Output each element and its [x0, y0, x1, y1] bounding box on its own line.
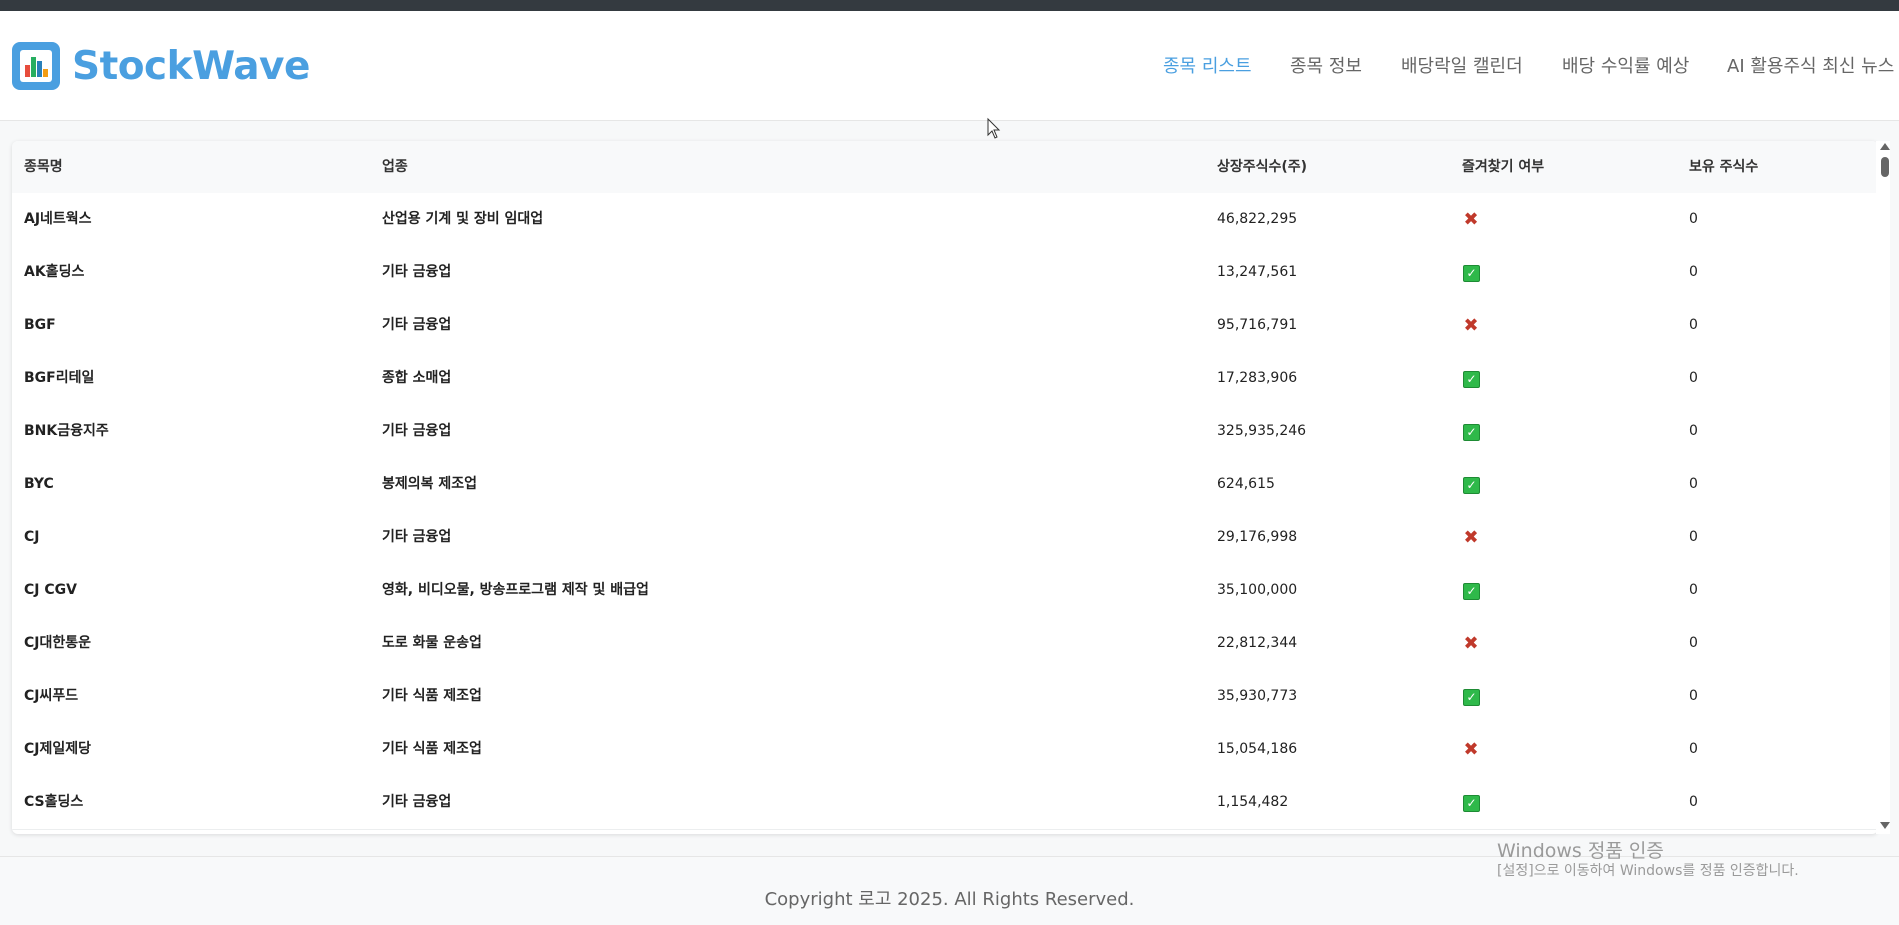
- sector-cell: 봉제의복 제조업: [382, 476, 478, 492]
- nav-dividend-calendar[interactable]: 배당락일 캘린더: [1401, 55, 1523, 79]
- listed-shares-cell: 325,935,246: [1217, 423, 1307, 439]
- stock-name-cell: CS홀딩스: [24, 794, 84, 810]
- windows-activation-title: Windows 정품 인증: [1497, 840, 1664, 862]
- stock-name-cell: BNK금융지주: [24, 423, 109, 439]
- listed-shares-cell: 35,100,000: [1217, 582, 1298, 598]
- stock-name-cell: BGF: [24, 317, 56, 333]
- listed-shares-cell: 17,283,906: [1217, 370, 1298, 386]
- stock-name-cell: BGF리테일: [24, 370, 95, 386]
- favorite-check-icon[interactable]: ✓: [1463, 689, 1480, 706]
- table-row[interactable]: CS홀딩스 기타 금융업 1,154,482 ✓ 0: [12, 776, 1878, 830]
- copyright-text: Copyright 로고 2025. All Rights Reserved.: [764, 889, 1135, 910]
- sector-cell: 산업용 기계 및 장비 임대업: [382, 211, 544, 227]
- holding-cell: 0: [1689, 741, 1698, 757]
- stock-name-cell: CJ: [24, 529, 40, 545]
- listed-shares-cell: 1,154,482: [1217, 794, 1289, 810]
- sector-cell: 도로 화물 운송업: [382, 635, 482, 651]
- stock-name-cell: AK홀딩스: [24, 264, 85, 280]
- header-stock-name[interactable]: 종목명: [24, 141, 63, 193]
- table-row[interactable]: CJ 기타 금융업 29,176,998 ✖ 0: [12, 511, 1878, 565]
- holding-cell: 0: [1689, 476, 1698, 492]
- header-favorite[interactable]: 즐겨찾기 여부: [1462, 141, 1544, 193]
- table-row[interactable]: CJ대한통운 도로 화물 운송업 22,812,344 ✖ 0: [12, 617, 1878, 671]
- favorite-check-icon[interactable]: ✓: [1463, 477, 1480, 494]
- holding-cell: 0: [1689, 635, 1698, 651]
- brand-name[interactable]: StockWave: [72, 42, 310, 92]
- favorite-check-icon[interactable]: ✓: [1463, 265, 1480, 282]
- table-row[interactable]: AJ네트웍스 산업용 기계 및 장비 임대업 46,822,295 ✖ 0: [12, 193, 1878, 247]
- sector-cell: 기타 금융업: [382, 423, 452, 439]
- holding-cell: 0: [1689, 423, 1698, 439]
- sector-cell: 기타 금융업: [382, 317, 452, 333]
- holding-cell: 0: [1689, 317, 1698, 333]
- windows-activation-subtitle: [설정]으로 이동하여 Windows를 정품 인증합니다.: [1497, 863, 1799, 879]
- nav-ai-news[interactable]: AI 활용주식 최신 뉴스: [1727, 55, 1894, 79]
- listed-shares-cell: 29,176,998: [1217, 529, 1298, 545]
- scroll-up-arrow-icon[interactable]: [1880, 143, 1890, 150]
- holding-cell: 0: [1689, 529, 1698, 545]
- header-sector[interactable]: 업종: [382, 141, 408, 193]
- holding-cell: 0: [1689, 794, 1698, 810]
- nav-stock-list[interactable]: 종목 리스트: [1163, 55, 1252, 79]
- sector-cell: 영화, 비디오물, 방송프로그램 제작 및 배급업: [382, 582, 649, 598]
- table-row[interactable]: BYC 봉제의복 제조업 624,615 ✓ 0: [12, 458, 1878, 512]
- browser-top-bar: [0, 0, 1899, 11]
- stock-name-cell: AJ네트웍스: [24, 211, 92, 227]
- nav-dividend-yield[interactable]: 배당 수익률 예상: [1562, 55, 1689, 79]
- table-row[interactable]: BGF 기타 금융업 95,716,791 ✖ 0: [12, 299, 1878, 353]
- holding-cell: 0: [1689, 211, 1698, 227]
- table-row[interactable]: AK홀딩스 기타 금융업 13,247,561 ✓ 0: [12, 246, 1878, 300]
- sector-cell: 기타 식품 제조업: [382, 741, 482, 757]
- sector-cell: 기타 금융업: [382, 794, 452, 810]
- table-row[interactable]: CJ씨푸드 기타 식품 제조업 35,930,773 ✓ 0: [12, 670, 1878, 724]
- stock-name-cell: CJ씨푸드: [24, 688, 79, 704]
- listed-shares-cell: 46,822,295: [1217, 211, 1298, 227]
- stock-table: 종목명 업종 상장주식수(주) 즐겨찾기 여부 보유 주식수 AJ네트웍스 산업용…: [12, 141, 1878, 834]
- favorite-check-icon[interactable]: ✓: [1463, 424, 1480, 441]
- listed-shares-cell: 15,054,186: [1217, 741, 1298, 757]
- mouse-cursor-icon: [987, 117, 1001, 139]
- favorite-check-icon[interactable]: ✓: [1463, 583, 1480, 600]
- nav-stock-info[interactable]: 종목 정보: [1290, 55, 1362, 79]
- scroll-down-arrow-icon[interactable]: [1880, 822, 1890, 829]
- stock-name-cell: CJ대한통운: [24, 635, 92, 651]
- table-header: 종목명 업종 상장주식수(주) 즐겨찾기 여부 보유 주식수: [12, 141, 1878, 194]
- favorite-cross-icon[interactable]: ✖: [1463, 635, 1479, 653]
- favorite-cross-icon[interactable]: ✖: [1463, 317, 1479, 335]
- listed-shares-cell: 624,615: [1217, 476, 1275, 492]
- stock-name-cell: BYC: [24, 476, 54, 492]
- holding-cell: 0: [1689, 370, 1698, 386]
- table-row[interactable]: BGF리테일 종합 소매업 17,283,906 ✓ 0: [12, 352, 1878, 406]
- sector-cell: 종합 소매업: [382, 370, 452, 386]
- holding-cell: 0: [1689, 582, 1698, 598]
- header-listed-shares[interactable]: 상장주식수(주): [1217, 141, 1307, 193]
- listed-shares-cell: 95,716,791: [1217, 317, 1298, 333]
- stock-name-cell: CJ CGV: [24, 582, 77, 598]
- favorite-cross-icon[interactable]: ✖: [1463, 741, 1479, 759]
- listed-shares-cell: 35,930,773: [1217, 688, 1298, 704]
- scrollbar-thumb[interactable]: [1881, 157, 1889, 177]
- favorite-cross-icon[interactable]: ✖: [1463, 211, 1479, 229]
- holding-cell: 0: [1689, 264, 1698, 280]
- listed-shares-cell: 13,247,561: [1217, 264, 1298, 280]
- bar-chart-icon[interactable]: [12, 42, 60, 90]
- table-row[interactable]: CJ제일제당 기타 식품 제조업 15,054,186 ✖ 0: [12, 723, 1878, 777]
- sector-cell: 기타 금융업: [382, 264, 452, 280]
- sector-cell: 기타 식품 제조업: [382, 688, 482, 704]
- favorite-check-icon[interactable]: ✓: [1463, 795, 1480, 812]
- table-row[interactable]: BNK금융지주 기타 금융업 325,935,246 ✓ 0: [12, 405, 1878, 459]
- table-row[interactable]: CJ CGV 영화, 비디오물, 방송프로그램 제작 및 배급업 35,100,00…: [12, 564, 1878, 618]
- site-header: StockWave 종목 리스트 종목 정보 배당락일 캘린더 배당 수익률 예…: [0, 11, 1899, 121]
- favorite-check-icon[interactable]: ✓: [1463, 371, 1480, 388]
- header-holding[interactable]: 보유 주식수: [1689, 141, 1758, 193]
- holding-cell: 0: [1689, 688, 1698, 704]
- listed-shares-cell: 22,812,344: [1217, 635, 1298, 651]
- table-scrollbar[interactable]: [1876, 141, 1890, 834]
- favorite-cross-icon[interactable]: ✖: [1463, 529, 1479, 547]
- sector-cell: 기타 금융업: [382, 529, 452, 545]
- stock-name-cell: CJ제일제당: [24, 741, 92, 757]
